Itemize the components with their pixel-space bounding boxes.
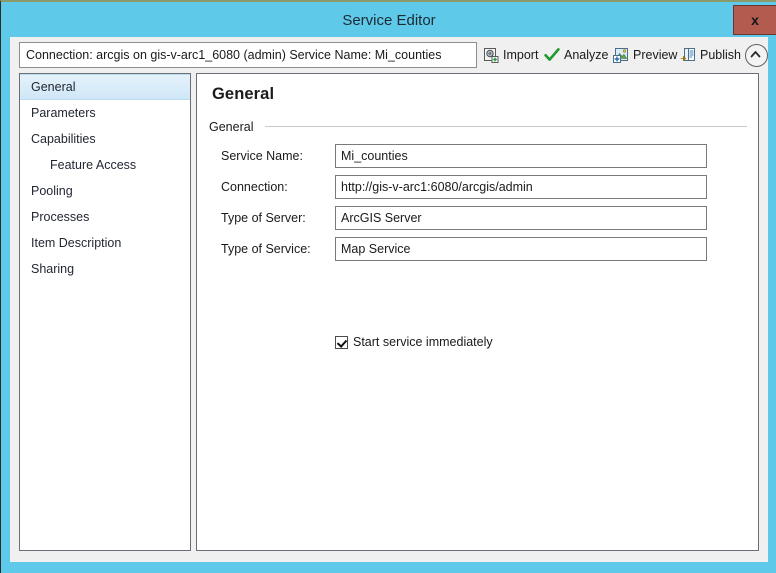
main-content-panel: General General Service Name: Connection… bbox=[196, 73, 759, 551]
sidebar-item-capabilities[interactable]: Capabilities bbox=[20, 126, 190, 152]
dialog-client-area: Connection: arcgis on gis-v-arc1_6080 (a… bbox=[10, 37, 768, 562]
analyze-button-label: Analyze bbox=[564, 48, 609, 62]
window-title: Service Editor bbox=[342, 12, 436, 29]
service-name-input[interactable] bbox=[335, 144, 707, 168]
publish-button-label: Publish bbox=[700, 48, 741, 62]
sidebar-item-processes[interactable]: Processes bbox=[20, 204, 190, 230]
preview-button[interactable]: Preview bbox=[613, 44, 677, 66]
publish-button[interactable]: Publish bbox=[680, 44, 741, 66]
sidebar-item-label: Parameters bbox=[31, 106, 96, 120]
sidebar-item-label: Capabilities bbox=[31, 132, 96, 146]
group-box-label: General bbox=[209, 120, 260, 134]
connection-label: Connection: bbox=[221, 180, 288, 194]
import-icon bbox=[483, 47, 499, 63]
service-editor-window: Service Editor x Connection: arcgis on g… bbox=[0, 0, 776, 573]
sidebar-item-general[interactable]: General bbox=[20, 74, 190, 100]
type-of-server-input[interactable] bbox=[335, 206, 707, 230]
sidebar-item-label: Processes bbox=[31, 210, 90, 224]
title-bar: Service Editor x bbox=[1, 4, 776, 37]
close-button[interactable]: x bbox=[733, 5, 776, 35]
sidebar-item-label: Sharing bbox=[31, 262, 75, 276]
sidebar-item-label: Feature Access bbox=[50, 158, 137, 172]
sidebar-item-parameters[interactable]: Parameters bbox=[20, 100, 190, 126]
analyze-button[interactable]: Analyze bbox=[544, 44, 608, 66]
form-row-connection: Connection: bbox=[209, 175, 749, 199]
collapse-toolbar-button[interactable] bbox=[745, 44, 768, 67]
sidebar-item-label: Item Description bbox=[31, 236, 122, 250]
import-button[interactable]: Import bbox=[483, 44, 538, 66]
checkmark-icon bbox=[544, 47, 560, 63]
preview-button-label: Preview bbox=[633, 48, 678, 62]
group-box-divider bbox=[265, 126, 747, 127]
connection-input[interactable] bbox=[335, 175, 707, 199]
publish-icon bbox=[680, 47, 696, 63]
toolbar: Connection: arcgis on gis-v-arc1_6080 (a… bbox=[10, 37, 768, 71]
service-name-label: Service Name: bbox=[221, 149, 303, 163]
connection-summary-field[interactable]: Connection: arcgis on gis-v-arc1_6080 (a… bbox=[19, 42, 477, 68]
type-of-server-label: Type of Server: bbox=[221, 211, 306, 225]
start-service-immediately-label: Start service immediately bbox=[353, 335, 493, 349]
form-row-service-name: Service Name: bbox=[209, 144, 749, 168]
type-of-service-label: Type of Service: bbox=[221, 242, 311, 256]
sidebar-item-pooling[interactable]: Pooling bbox=[20, 178, 190, 204]
form-row-type-of-service: Type of Service: bbox=[209, 237, 749, 261]
page-title: General bbox=[212, 85, 275, 103]
chevron-up-icon bbox=[750, 51, 761, 58]
start-service-immediately-checkbox[interactable]: Start service immediately bbox=[335, 335, 493, 349]
sidebar-item-item-description[interactable]: Item Description bbox=[20, 230, 190, 256]
sidebar-item-sharing[interactable]: Sharing bbox=[20, 256, 190, 282]
sidebar-item-label: Pooling bbox=[31, 184, 73, 198]
form-row-type-of-server: Type of Server: bbox=[209, 206, 749, 230]
type-of-service-input[interactable] bbox=[335, 237, 707, 261]
import-button-label: Import bbox=[503, 48, 539, 62]
preview-icon bbox=[613, 47, 629, 63]
sidebar-item-label: General bbox=[31, 80, 76, 94]
navigation-sidebar: General Parameters Capabilities Feature … bbox=[19, 73, 191, 551]
sidebar-item-feature-access[interactable]: Feature Access bbox=[20, 152, 190, 178]
checkbox-box[interactable] bbox=[335, 335, 348, 349]
